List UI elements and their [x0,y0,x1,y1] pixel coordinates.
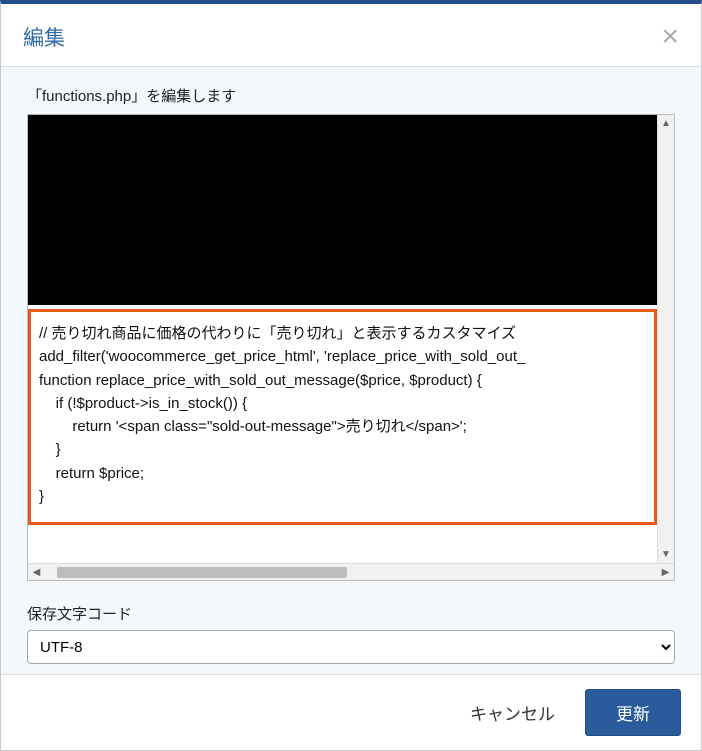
scroll-up-icon[interactable]: ▲ [658,115,674,132]
cancel-button[interactable]: キャンセル [458,692,567,733]
encoding-select[interactable]: UTF-8 [27,630,675,664]
modal-footer: キャンセル 更新 [1,674,701,750]
scroll-left-icon[interactable]: ◀ [28,564,45,581]
horizontal-scrollbar[interactable]: ◀ ▶ [28,563,674,580]
editor-redacted-block [28,115,657,305]
code-line[interactable]: } [39,438,646,461]
close-button[interactable]: × [661,22,679,52]
code-line[interactable]: return $price; [39,462,646,485]
editor-scroll-area: // 売り切れ商品に価格の代わりに「売り切れ」と表示するカスタマイズ add_f… [28,115,674,563]
hscroll-thumb[interactable] [57,567,347,578]
encoding-label: 保存文字コード [27,603,675,624]
file-edit-label: 「functions.php」を編集します [27,85,675,106]
code-line[interactable]: if (!$product->is_in_stock()) { [39,392,646,415]
code-line[interactable]: } [39,485,646,508]
code-editor[interactable]: // 売り切れ商品に価格の代わりに「売り切れ」と表示するカスタマイズ add_f… [27,114,675,581]
close-icon: × [661,20,679,53]
editor-content[interactable]: // 売り切れ商品に価格の代わりに「売り切れ」と表示するカスタマイズ add_f… [28,115,657,563]
modal-body: 「functions.php」を編集します // 売り切れ商品に価格の代わりに「… [1,67,701,674]
modal-title: 編集 [23,22,65,52]
code-line[interactable]: function replace_price_with_sold_out_mes… [39,369,646,392]
highlighted-code-frame: // 売り切れ商品に価格の代わりに「売り切れ」と表示するカスタマイズ add_f… [28,309,657,525]
hscroll-track[interactable] [45,564,657,580]
encoding-section: 保存文字コード UTF-8 [27,603,675,664]
modal-header: 編集 × [1,4,701,67]
code-line[interactable]: add_filter('woocommerce_get_price_html',… [39,345,646,368]
scroll-right-icon[interactable]: ▶ [657,564,674,581]
code-line[interactable]: // 売り切れ商品に価格の代わりに「売り切れ」と表示するカスタマイズ [39,322,646,345]
scroll-down-icon[interactable]: ▼ [658,546,674,563]
code-line[interactable]: return '<span class="sold-out-message">売… [39,415,646,438]
update-button[interactable]: 更新 [585,689,681,736]
edit-modal: 編集 × 「functions.php」を編集します // 売り切れ商品に価格の… [0,0,702,751]
vertical-scrollbar[interactable]: ▲ ▼ [657,115,674,563]
